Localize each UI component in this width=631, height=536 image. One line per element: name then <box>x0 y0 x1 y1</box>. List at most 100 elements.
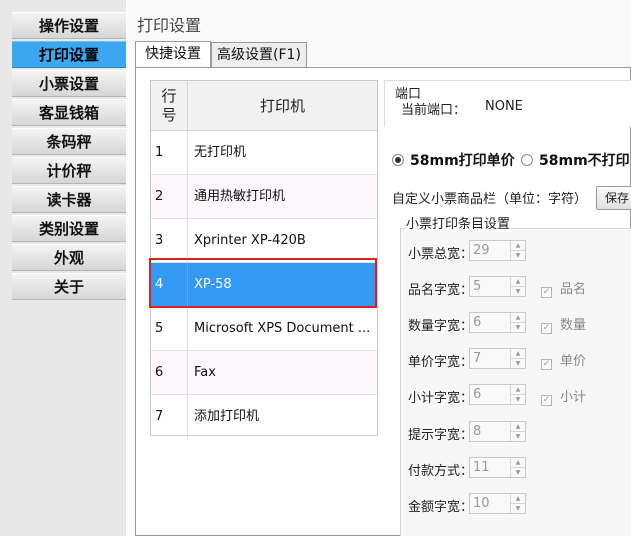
stepper-value: 11 <box>473 460 490 475</box>
field-label-amount-width: 金额字宽： <box>408 500 474 515</box>
stepper-up-icon[interactable]: ▲ <box>511 458 525 468</box>
stepper-down-icon[interactable]: ▼ <box>511 287 525 296</box>
field-label-name-width: 品名字宽： <box>408 283 474 298</box>
row-number: 1 <box>151 131 188 174</box>
field-label-subtotal-width: 小计字宽： <box>408 391 474 406</box>
sidebar-item-category-settings[interactable]: 类别设置 <box>12 215 126 242</box>
sidebar-item-pricing-scale[interactable]: 计价秤 <box>12 157 126 184</box>
price-width-stepper[interactable]: 7 ▲ ▼ <box>469 348 526 369</box>
stepper-value: 29 <box>473 243 490 258</box>
radio-58mm-print-price[interactable]: 58mm打印单价 <box>392 150 515 170</box>
total-width-stepper[interactable]: 29 ▲ ▼ <box>469 240 526 261</box>
subtotal-width-stepper[interactable]: 6 ▲ ▼ <box>469 384 526 405</box>
stepper-down-icon[interactable]: ▼ <box>511 395 525 404</box>
field-label-price-width: 单价字宽： <box>408 355 474 370</box>
radio-unselected-icon <box>521 154 533 166</box>
check-icon: ✓ <box>541 359 552 370</box>
printer-name: 通用热敏打印机 <box>194 189 286 204</box>
printer-name: 无打印机 <box>194 145 247 160</box>
tab-quick-settings[interactable]: 快捷设置 <box>135 41 211 68</box>
stepper-value: 6 <box>473 315 482 330</box>
checkbox-label: 品名 <box>560 282 587 297</box>
name-width-stepper[interactable]: 5 ▲ ▼ <box>469 276 526 297</box>
receipt-items-group-title: 小票打印条目设置 <box>405 213 512 232</box>
quantity-width-stepper[interactable]: 6 ▲ ▼ <box>469 312 526 333</box>
stepper-buttons: ▲ ▼ <box>510 241 525 260</box>
check-icon: ✓ <box>541 323 552 334</box>
printer-name: 添加打印机 <box>194 409 260 424</box>
stepper-buttons: ▲ ▼ <box>510 313 525 332</box>
sidebar-item-operation-settings[interactable]: 操作设置 <box>12 12 126 39</box>
receipt-items-group <box>400 228 631 536</box>
port-panel: 端口 当前端口： NONE <box>384 80 631 127</box>
amount-width-stepper[interactable]: 10 ▲ ▼ <box>469 493 526 514</box>
sidebar-item-display-cashbox[interactable]: 客显钱箱 <box>12 99 126 126</box>
stepper-down-icon[interactable]: ▼ <box>511 504 525 513</box>
stepper-up-icon[interactable]: ▲ <box>511 277 525 287</box>
sidebar-item-barcode-scale[interactable]: 条码秤 <box>12 128 126 155</box>
sidebar-item-receipt-settings[interactable]: 小票设置 <box>12 70 126 97</box>
printer-name: Microsoft XPS Document ... <box>194 321 371 336</box>
stepper-up-icon[interactable]: ▲ <box>511 313 525 323</box>
radio-58mm-no-print[interactable]: 58mm不打印 <box>521 150 630 170</box>
checkbox-name[interactable]: ✓ 品名 <box>541 278 586 298</box>
hint-width-stepper[interactable]: 8 ▲ ▼ <box>469 421 526 442</box>
field-label-total-width: 小票总宽： <box>408 247 474 262</box>
field-label-hint-width: 提示字宽： <box>408 428 474 443</box>
checkbox-label: 小计 <box>560 390 587 405</box>
column-header-row-number: 行 号 <box>151 81 188 131</box>
stepper-down-icon[interactable]: ▼ <box>511 432 525 441</box>
checkbox-subtotal[interactable]: ✓ 小计 <box>541 386 586 406</box>
row-number: 2 <box>151 175 188 218</box>
stepper-up-icon[interactable]: ▲ <box>511 422 525 432</box>
column-header-printer: 打印机 <box>188 81 377 131</box>
table-row[interactable]: 3 Xprinter XP-420B <box>151 219 377 263</box>
check-icon: ✓ <box>541 395 552 406</box>
stepper-buttons: ▲ ▼ <box>510 277 525 296</box>
stepper-up-icon[interactable]: ▲ <box>511 385 525 395</box>
stepper-value: 5 <box>473 279 482 294</box>
stepper-buttons: ▲ ▼ <box>510 494 525 513</box>
sidebar-item-about[interactable]: 关于 <box>12 273 126 300</box>
custom-columns-label: 自定义小票商品栏（单位：字符） <box>392 192 588 207</box>
radio-label: 58mm不打印 <box>539 153 630 169</box>
table-row[interactable]: 2 通用热敏打印机 <box>151 175 377 219</box>
stepper-up-icon[interactable]: ▲ <box>511 494 525 504</box>
field-label-payment-method: 付款方式： <box>408 464 474 479</box>
stepper-value: 10 <box>473 496 490 511</box>
stepper-value: 6 <box>473 387 482 402</box>
column-header-row-number-line2: 号 <box>161 106 177 124</box>
checkbox-quantity[interactable]: ✓ 数量 <box>541 314 586 334</box>
stepper-down-icon[interactable]: ▼ <box>511 323 525 332</box>
sidebar-item-card-reader[interactable]: 读卡器 <box>12 186 126 213</box>
field-label-quantity-width: 数量字宽： <box>408 319 474 334</box>
checkbox-label: 单价 <box>560 354 587 369</box>
row-number: 6 <box>151 351 188 394</box>
checkbox-price[interactable]: ✓ 单价 <box>541 350 586 370</box>
stepper-buttons: ▲ ▼ <box>510 422 525 441</box>
table-row[interactable]: 6 Fax <box>151 351 377 395</box>
printer-name: Xprinter XP-420B <box>194 233 306 248</box>
payment-method-stepper[interactable]: 11 ▲ ▼ <box>469 457 526 478</box>
tab-advanced-settings[interactable]: 高级设置(F1) <box>211 42 307 68</box>
current-port-label: 当前端口： <box>401 103 467 118</box>
page-title: 打印设置 <box>137 16 202 35</box>
sidebar-item-print-settings[interactable]: 打印设置 <box>12 41 126 68</box>
save-button[interactable]: 保存 <box>596 186 631 210</box>
stepper-buttons: ▲ ▼ <box>510 385 525 404</box>
check-icon: ✓ <box>541 287 552 298</box>
checkbox-label: 数量 <box>560 318 587 333</box>
table-row[interactable]: 7 添加打印机 <box>151 395 377 439</box>
stepper-down-icon[interactable]: ▼ <box>511 468 525 477</box>
stepper-buttons: ▲ ▼ <box>510 458 525 477</box>
radio-selected-icon <box>392 154 404 166</box>
radio-label: 58mm打印单价 <box>410 153 515 169</box>
stepper-up-icon[interactable]: ▲ <box>511 241 525 251</box>
stepper-up-icon[interactable]: ▲ <box>511 349 525 359</box>
table-row[interactable]: 5 Microsoft XPS Document ... <box>151 307 377 351</box>
column-header-row-number-line1: 行 <box>161 87 177 105</box>
stepper-down-icon[interactable]: ▼ <box>511 359 525 368</box>
sidebar-item-appearance[interactable]: 外观 <box>12 244 126 271</box>
table-row[interactable]: 1 无打印机 <box>151 131 377 175</box>
stepper-down-icon[interactable]: ▼ <box>511 251 525 260</box>
